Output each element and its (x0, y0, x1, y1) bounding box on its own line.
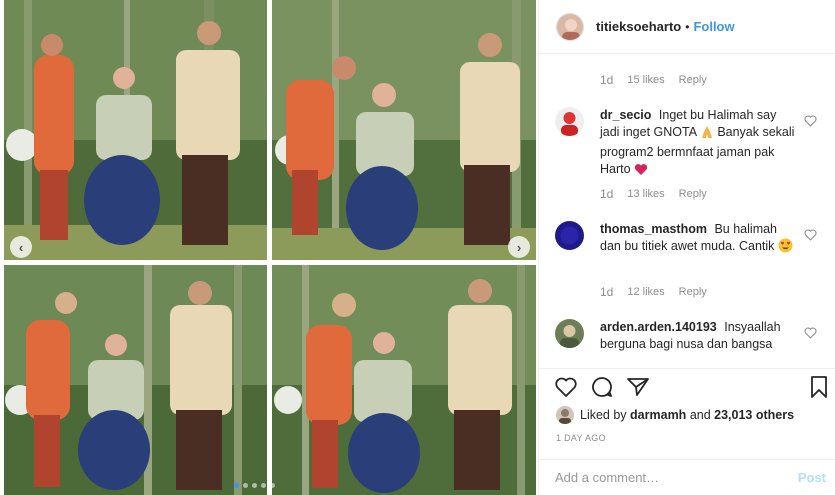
heart-eyes-emoji-icon (778, 238, 793, 258)
avatar[interactable] (555, 107, 584, 136)
reply-button[interactable]: Reply (679, 188, 707, 200)
comment-time: 1d (600, 187, 614, 201)
comment-time: 1d (600, 73, 614, 87)
carousel-dot (270, 483, 275, 488)
comment-text: thomas_masthom Bu halimah dan bu titiek … (600, 221, 795, 258)
follow-button[interactable]: Follow (693, 19, 734, 34)
comment-like-icon[interactable] (804, 229, 817, 241)
reply-button[interactable]: Reply (679, 286, 707, 298)
comment-likes[interactable]: 15 likes (627, 74, 664, 86)
liked-by-others[interactable]: 23,013 others (714, 408, 794, 422)
reply-button[interactable]: Reply (679, 74, 707, 86)
comment-likes[interactable]: 12 likes (627, 286, 664, 298)
caption-meta: 1d 15 likes Reply (600, 73, 707, 87)
post-side-panel: titieksoeharto • Follow 1d 15 likes Repl… (538, 0, 835, 495)
like-icon[interactable] (554, 375, 578, 399)
liked-by-prefix: Liked by (580, 408, 627, 422)
post-actions: Liked by darmamh and 23,013 others 1 DAY… (539, 368, 835, 468)
comment-username[interactable]: dr_secio (600, 108, 651, 122)
carousel-indicator (234, 483, 275, 488)
liked-by-user[interactable]: darmamh (630, 408, 686, 422)
comment-username[interactable]: thomas_masthom (600, 222, 707, 236)
share-icon[interactable] (626, 375, 650, 399)
header-separator: • (685, 19, 690, 34)
comment-item: thomas_masthom Bu halimah dan bu titiek … (555, 221, 825, 276)
post-comment-button[interactable]: Post (798, 470, 826, 485)
photo-bottom-right (272, 265, 536, 495)
post-media[interactable]: ‹ › (0, 0, 538, 495)
avatar[interactable] (556, 12, 584, 41)
comment-like-icon[interactable] (804, 115, 817, 127)
carousel-dot (252, 483, 257, 488)
carousel-next-button[interactable]: › (508, 236, 530, 258)
comment-text: dr_secio Inget bu Halimah say jadi inget… (600, 107, 795, 181)
praying-hands-icon (700, 125, 714, 144)
carousel-dot (243, 483, 248, 488)
comment-item: dr_secio Inget bu Halimah say jadi inget… (555, 107, 825, 177)
photo-top-left (4, 0, 267, 260)
carousel-dot (261, 483, 266, 488)
carousel-prev-button[interactable]: ‹ (10, 236, 32, 258)
comment-meta: 1d 13 likes Reply (600, 187, 707, 201)
post-header: titieksoeharto • Follow (539, 0, 835, 54)
comment-icon[interactable] (590, 375, 614, 399)
avatar[interactable] (556, 406, 574, 424)
heart-emoji-icon (634, 163, 648, 181)
comment-time: 1d (600, 285, 614, 299)
avatar[interactable] (555, 221, 584, 250)
post-timestamp[interactable]: 1 DAY AGO (556, 433, 606, 443)
liked-by-middle: and (689, 408, 711, 422)
avatar[interactable] (555, 319, 584, 348)
liked-by-summary[interactable]: Liked by darmamh and 23,013 others (556, 406, 794, 424)
photo-bottom-left (4, 265, 267, 495)
comment-like-icon[interactable] (804, 327, 817, 339)
add-comment-bar: Post (539, 459, 835, 495)
carousel-dot (234, 483, 239, 488)
comment-username[interactable]: arden.arden.140193 (600, 320, 717, 334)
comment-likes[interactable]: 13 likes (627, 188, 664, 200)
photo-top-right (272, 0, 536, 260)
comment-item: arden.arden.140193 Insyaallah berguna ba… (555, 319, 825, 368)
header-username[interactable]: titieksoeharto (596, 19, 681, 34)
comment-meta: 1d 12 likes Reply (600, 285, 707, 299)
comment-text: arden.arden.140193 Insyaallah berguna ba… (600, 319, 795, 353)
bookmark-icon[interactable] (807, 375, 831, 399)
comment-input[interactable] (555, 470, 798, 485)
comments-list[interactable]: 1d 15 likes Reply dr_secio Inget bu Hali… (539, 55, 835, 368)
